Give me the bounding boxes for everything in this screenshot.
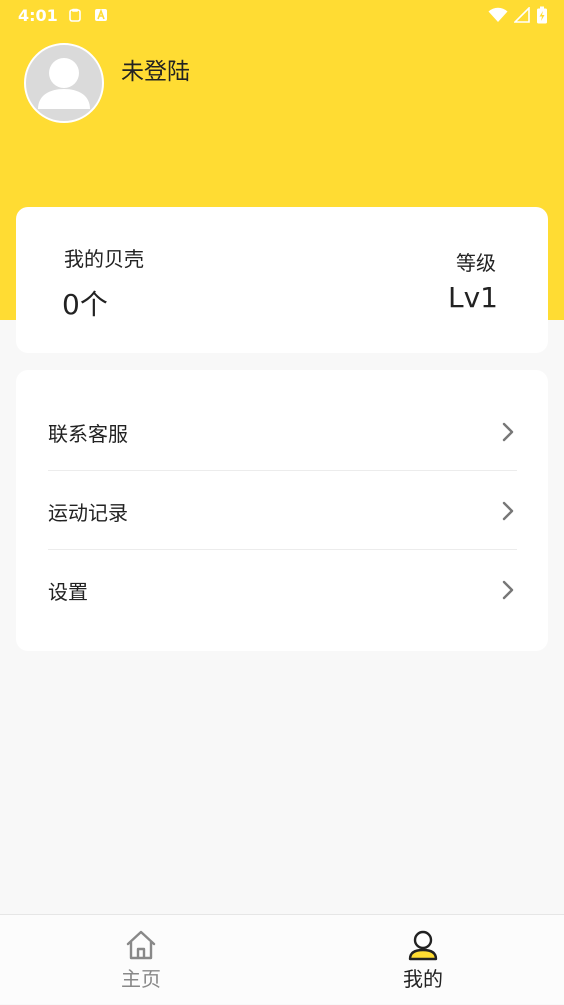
- level-label: 等级: [456, 251, 496, 275]
- nav-item-label: 我的: [403, 967, 443, 991]
- menu-item-settings[interactable]: 设置: [48, 551, 517, 629]
- battery-charging-icon: [537, 6, 547, 24]
- bottom-navigation-bar: 主页 我的: [0, 914, 564, 1004]
- user-profile-icon: [408, 930, 438, 961]
- home-icon: [126, 930, 156, 960]
- avatar[interactable]: [24, 43, 104, 123]
- nav-item-home[interactable]: 主页: [0, 915, 282, 1005]
- menu-item-customer-service[interactable]: 联系客服: [48, 393, 517, 471]
- nav-item-mine[interactable]: 我的: [282, 915, 564, 1005]
- status-system-icons: [488, 6, 548, 24]
- nav-item-label: 主页: [121, 967, 161, 991]
- username-label[interactable]: 未登陆: [121, 52, 190, 86]
- menu-item-label: 运动记录: [48, 500, 128, 525]
- status-notification-icons: [68, 8, 108, 22]
- menu-item-label: 联系客服: [48, 421, 128, 446]
- shells-value: 0个: [62, 288, 108, 321]
- default-avatar-icon: [38, 58, 90, 109]
- level-value: Lv1: [448, 281, 498, 314]
- wifi-icon: [488, 7, 508, 22]
- status-time: 4:01: [18, 6, 58, 25]
- menu-item-workout-records[interactable]: 运动记录: [48, 472, 517, 550]
- menu-divider: [48, 470, 517, 471]
- menu-divider: [48, 549, 517, 550]
- app-store-notification-icon: [95, 8, 107, 21]
- shells-label: 我的贝壳: [64, 247, 144, 271]
- chevron-right-icon: [499, 580, 517, 600]
- clipboard-notification-icon: [69, 8, 81, 22]
- status-bar: 4:01: [0, 0, 564, 32]
- cellular-signal-icon: [514, 7, 530, 23]
- chevron-right-icon: [499, 422, 517, 442]
- menu-item-label: 设置: [48, 579, 88, 604]
- menu-card: 联系客服 运动记录 设置: [16, 370, 548, 651]
- chevron-right-icon: [499, 501, 517, 521]
- stats-card: 我的贝壳 0个 等级 Lv1: [16, 207, 548, 353]
